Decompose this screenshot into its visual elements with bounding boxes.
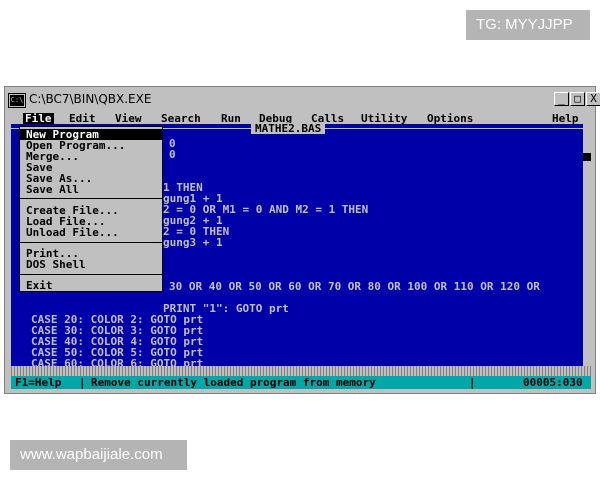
- vertical-scrollbar[interactable]: [583, 123, 591, 367]
- menu-separator: [20, 274, 162, 275]
- title-bar[interactable]: C:\ C:\BC7\BIN\QBX.EXE _ □ X: [7, 89, 600, 111]
- editor-filename: MATHE2.BAS: [251, 123, 326, 134]
- dos-screen: File Edit View Search Run Debug Calls Ut…: [11, 113, 591, 389]
- status-message: Remove currently loaded program from mem…: [91, 376, 376, 389]
- cursor-position: 00005:030: [523, 376, 583, 389]
- qbx-window: C:\ C:\BC7\BIN\QBX.EXE _ □ X File Edit V…: [4, 86, 600, 394]
- menu-item-exit[interactable]: Exit: [20, 280, 162, 291]
- menu-item-save-all[interactable]: Save All: [20, 184, 162, 195]
- maximize-button[interactable]: □: [570, 92, 585, 106]
- horizontal-scrollbar[interactable]: [11, 366, 591, 376]
- window-title: C:\BC7\BIN\QBX.EXE: [29, 92, 152, 106]
- menu-view[interactable]: View: [115, 113, 142, 124]
- file-menu-dropdown: New Program Open Program... Merge... Sav…: [19, 126, 163, 292]
- menu-search[interactable]: Search: [161, 113, 201, 124]
- dos-app-icon[interactable]: C:\: [9, 94, 25, 107]
- menu-edit[interactable]: Edit: [69, 113, 96, 124]
- code-line[interactable]: 0: [169, 149, 176, 160]
- close-button[interactable]: X: [586, 92, 600, 106]
- minimize-button[interactable]: _: [554, 92, 569, 106]
- menu-item-unload-file[interactable]: Unload File...: [20, 227, 162, 238]
- menu-item-dos-shell[interactable]: DOS Shell: [20, 259, 162, 270]
- menu-separator: [20, 198, 162, 199]
- menu-utility[interactable]: Utility: [361, 113, 407, 124]
- watermark-bottom: www.wapbaijiale.com: [10, 440, 187, 470]
- menu-separator: [20, 242, 162, 243]
- menu-run[interactable]: Run: [221, 113, 241, 124]
- scroll-thumb[interactable]: [583, 153, 591, 161]
- status-separator: |: [469, 376, 476, 389]
- status-bar: F1=Help | Remove currently loaded progra…: [11, 376, 591, 389]
- code-line[interactable]: 30 OR 40 OR 50 OR 60 OR 70 OR 80 OR 100 …: [169, 281, 540, 292]
- menu-help[interactable]: Help: [552, 113, 579, 124]
- status-help-hint[interactable]: F1=Help: [15, 376, 61, 389]
- watermark-top: TG: MYYJJPP: [466, 10, 590, 40]
- menu-options[interactable]: Options: [427, 113, 473, 124]
- status-separator: |: [79, 376, 86, 389]
- menu-file[interactable]: File: [23, 113, 54, 124]
- code-line[interactable]: gung3 + 1: [163, 237, 223, 248]
